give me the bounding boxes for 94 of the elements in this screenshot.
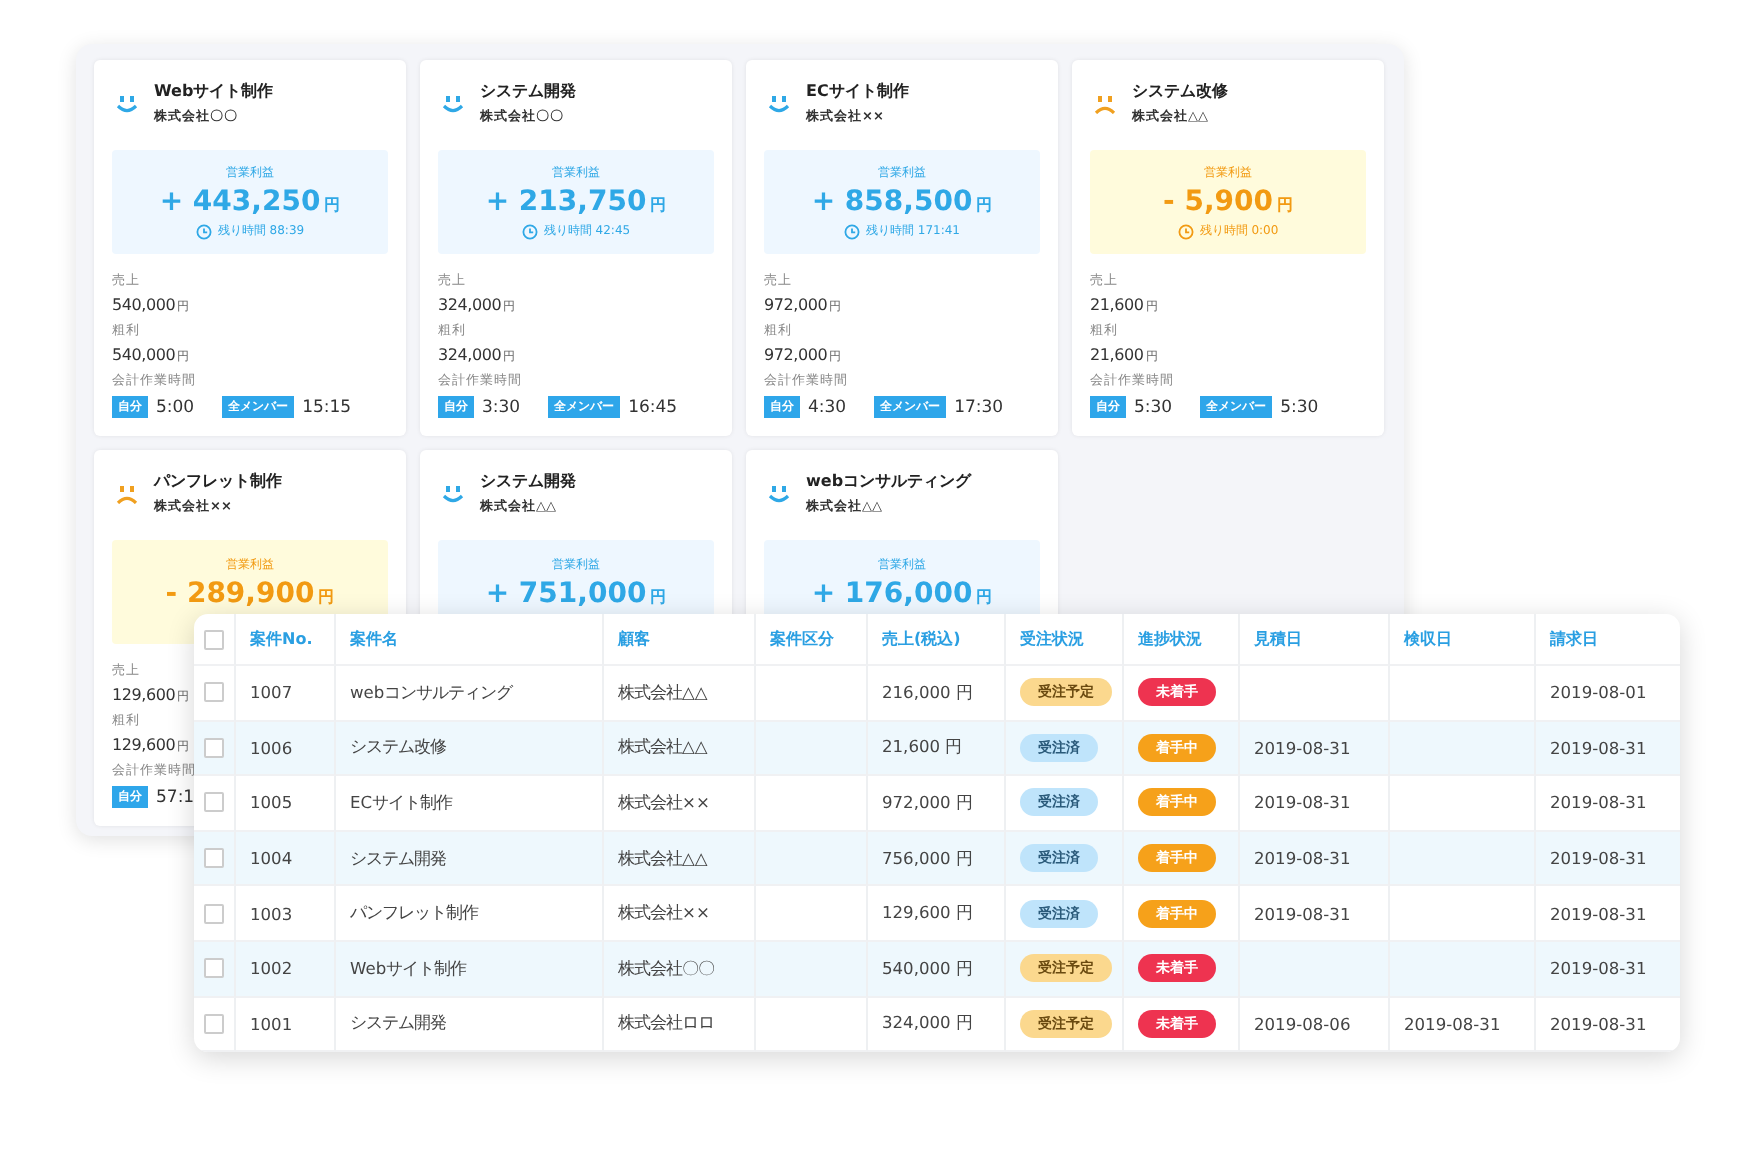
sales-value: 21,600 (1090, 296, 1144, 314)
currency-unit: 円 (650, 194, 667, 216)
table-cell: 1004 (236, 831, 336, 887)
checkbox[interactable] (204, 848, 224, 869)
smile-icon (116, 93, 138, 113)
work-time: 3:30 (482, 397, 521, 417)
project-title: システム開発 (480, 80, 576, 102)
work-time: 17:30 (954, 397, 1004, 417)
profit-amount: - 289,900 (165, 577, 315, 609)
table-cell: Webサイト制作 (336, 941, 604, 998)
project-title: Webサイト制作 (154, 80, 274, 102)
checkbox[interactable] (204, 737, 224, 758)
smile-icon (768, 93, 790, 113)
column-header: 見積日 (1240, 614, 1390, 666)
checkbox[interactable] (204, 903, 224, 924)
table-cell: 2019-08-06 (1240, 997, 1390, 1053)
column-header: 受注状況 (1006, 614, 1124, 666)
frown-icon (1094, 93, 1116, 113)
table-cell (756, 997, 868, 1053)
profit-amount: + 176,000 (811, 577, 973, 609)
column-header: 請求日 (1536, 614, 1680, 666)
clock-icon (195, 223, 212, 239)
checkbox[interactable] (204, 682, 224, 703)
column-header: 検収日 (1390, 614, 1536, 666)
work-time: 5:00 (156, 397, 195, 417)
currency-unit: 円 (976, 194, 993, 216)
table-cell: 株式会社△△ (604, 831, 756, 887)
gross-profit-value: 540,000 (112, 346, 176, 364)
table-cell: 756,000 円 (868, 831, 1006, 887)
checkbox[interactable] (204, 629, 224, 649)
table-cell: 株式会社〇〇 (604, 941, 756, 998)
profit-amount: - 5,900 (1163, 186, 1273, 218)
table-cell: 2019-08-31 (1536, 721, 1680, 777)
clock-icon (1177, 223, 1194, 239)
column-header: 案件区分 (756, 614, 868, 666)
gross-profit-value: 972,000 (764, 346, 828, 364)
table-cell: 2019-08-31 (1536, 997, 1680, 1053)
sales-value: 972,000 (764, 296, 828, 314)
column-header: 売上(税込) (868, 614, 1006, 666)
work-time: 57:1 (156, 787, 195, 807)
table-cell: 2019-08-31 (1240, 831, 1390, 887)
checkbox[interactable] (204, 958, 224, 979)
table-cell: 1002 (236, 941, 336, 998)
currency-unit: 円 (318, 585, 335, 607)
sales-value: 540,000 (112, 296, 176, 314)
work-time: 16:45 (628, 397, 678, 417)
smile-icon (768, 483, 790, 503)
project-title: ECサイト制作 (806, 80, 909, 102)
table-cell: システム開発 (336, 831, 604, 887)
table-cell: 21,600 円 (868, 721, 1006, 777)
table-cell: 株式会社ロロ (604, 997, 756, 1053)
table-cell: 2019-08-31 (1240, 721, 1390, 777)
profit-amount: + 858,500 (811, 186, 973, 218)
table-cell: 2019-08-31 (1536, 831, 1680, 887)
project-title: システム開発 (480, 470, 576, 492)
project-title: パンフレット制作 (154, 470, 282, 492)
sales-value: 129,600 (112, 686, 176, 704)
gross-profit-value: 129,600 (112, 736, 176, 754)
checkbox[interactable] (204, 1013, 224, 1034)
work-time: 15:15 (302, 397, 352, 417)
table-cell: システム開発 (336, 997, 604, 1053)
table-cell: システム改修 (336, 721, 604, 777)
project-title: webコンサルティング (806, 470, 972, 492)
column-header: 進捗状況 (1124, 614, 1240, 666)
table-cell: 1001 (236, 997, 336, 1053)
gross-profit-value: 21,600 (1090, 346, 1144, 364)
work-time: 5:30 (1280, 397, 1319, 417)
table-cell: 2019-08-31 (1536, 941, 1680, 998)
smile-icon (442, 483, 464, 503)
work-time: 5:30 (1134, 397, 1173, 417)
smile-icon (442, 93, 464, 113)
project-title: システム改修 (1132, 80, 1228, 102)
gross-profit-value: 324,000 (438, 346, 502, 364)
frown-icon (116, 483, 138, 503)
profit-amount: + 751,000 (485, 577, 647, 609)
column-header: 案件No. (236, 614, 336, 666)
table-cell: 2019-08-31 (1390, 997, 1536, 1053)
table-cell: 株式会社△△ (604, 721, 756, 777)
currency-unit: 円 (1276, 194, 1293, 216)
clock-icon (521, 223, 538, 239)
profit-amount: + 443,250 (159, 186, 321, 218)
column-header: 顧客 (604, 614, 756, 666)
column-header: 案件名 (336, 614, 604, 666)
currency-unit: 円 (976, 585, 993, 607)
work-time: 4:30 (808, 397, 847, 417)
checkbox[interactable] (204, 792, 224, 813)
currency-unit: 円 (324, 194, 341, 216)
clock-icon (843, 223, 860, 239)
profit-amount: + 213,750 (485, 186, 647, 218)
currency-unit: 円 (650, 585, 667, 607)
sales-value: 324,000 (438, 296, 502, 314)
table-cell: 1006 (236, 721, 336, 777)
table-cell: 540,000 円 (868, 941, 1006, 998)
table-cell: 324,000 円 (868, 997, 1006, 1053)
